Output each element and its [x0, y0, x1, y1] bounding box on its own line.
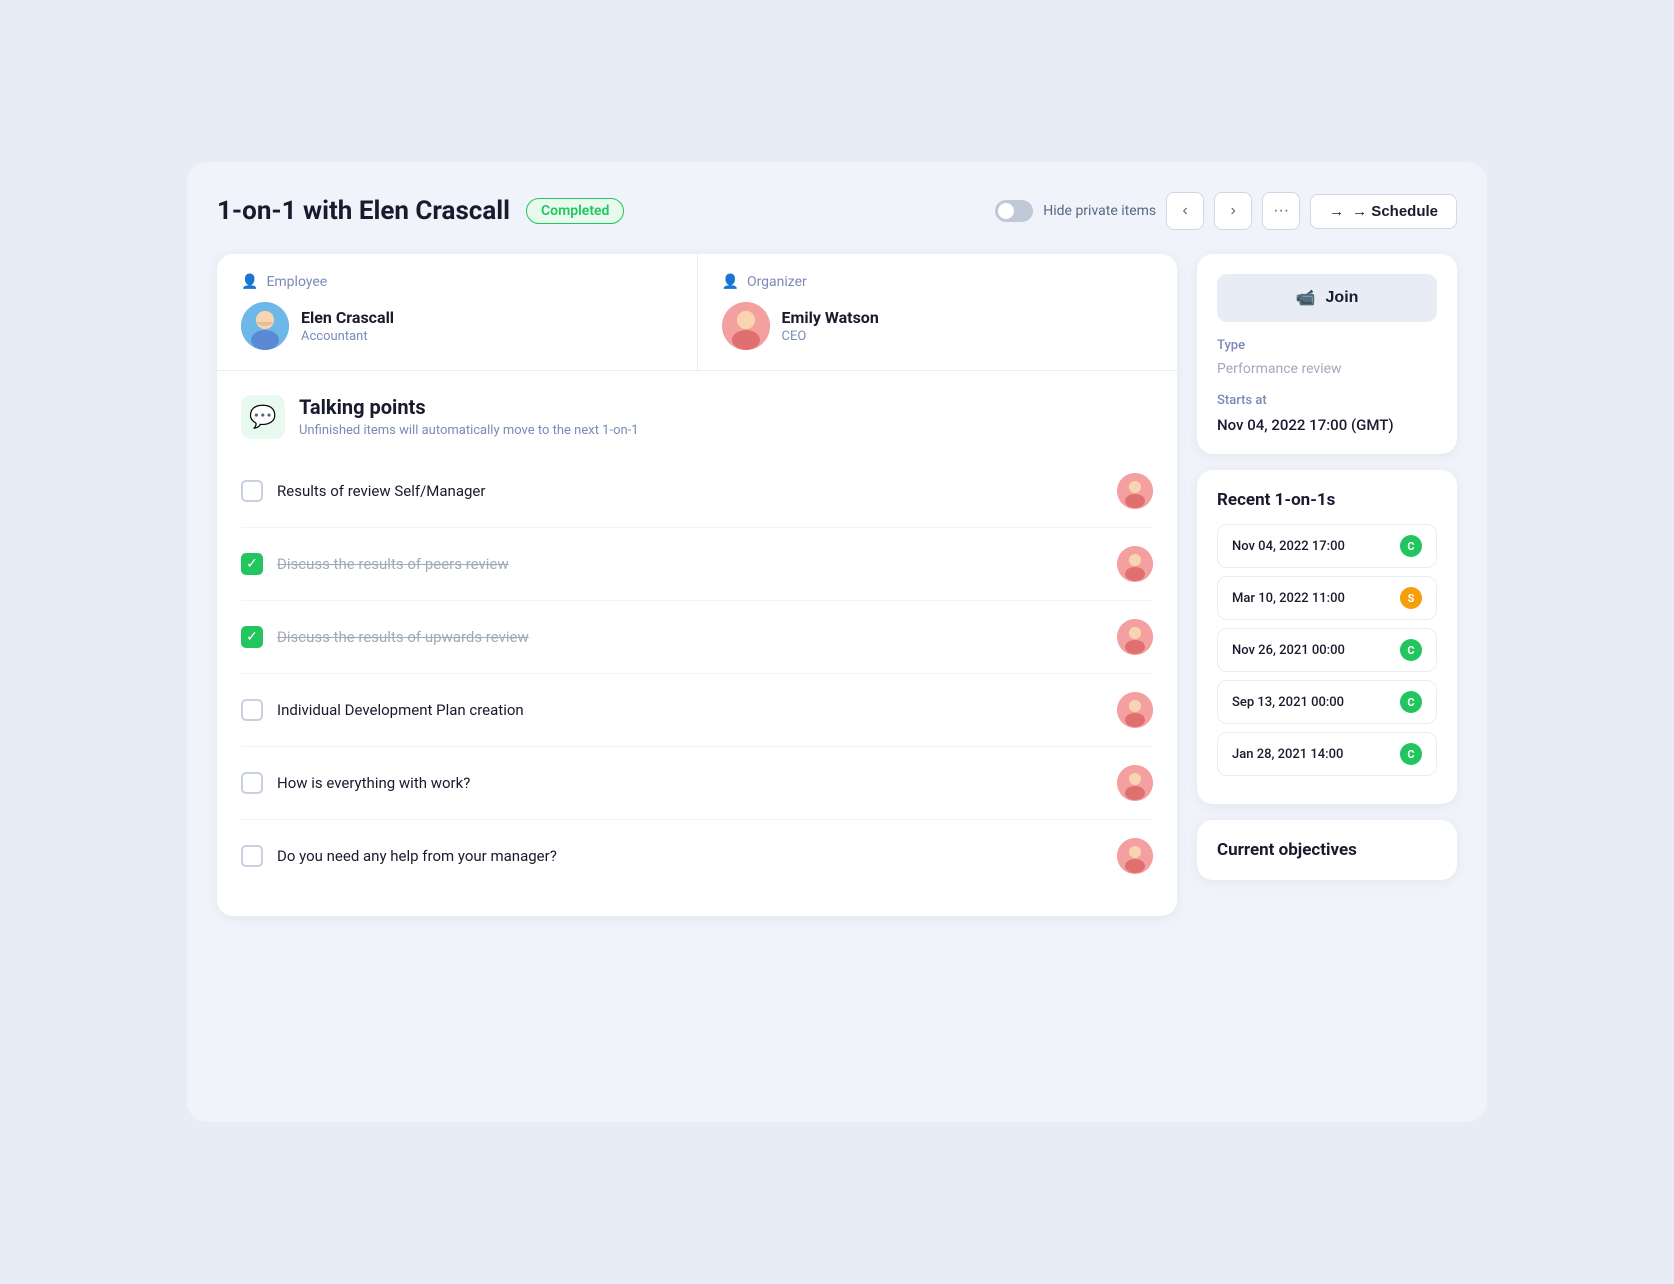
agenda-item-3: ✓ Discuss the results of upwards review — [241, 601, 1153, 674]
agenda-text-4: Individual Development Plan creation — [277, 701, 1103, 719]
checkbox-3[interactable]: ✓ — [241, 626, 263, 648]
starts-section: Starts at Nov 04, 2022 17:00 (GMT) — [1217, 393, 1437, 434]
agenda-avatar-5 — [1117, 765, 1153, 801]
agenda-item-4: Individual Development Plan creation — [241, 674, 1153, 747]
checkbox-5[interactable] — [241, 772, 263, 794]
recent-badge-1: C — [1400, 535, 1422, 557]
recent-badge-5: C — [1400, 743, 1422, 765]
left-panel: 👤 Employee — [217, 254, 1177, 916]
more-button[interactable]: ··· — [1262, 192, 1300, 230]
employee-title: Accountant — [301, 329, 394, 344]
checkbox-2[interactable]: ✓ — [241, 553, 263, 575]
agenda-avatar-4 — [1117, 692, 1153, 728]
right-panel: 📹 Join Type Performance review Starts at… — [1197, 254, 1457, 916]
agenda-avatar-3 — [1117, 619, 1153, 655]
main-layout: 👤 Employee — [217, 254, 1457, 916]
schedule-button[interactable]: → → Schedule — [1310, 194, 1457, 229]
prev-button[interactable]: ‹ — [1166, 192, 1204, 230]
objectives-title: Current objectives — [1217, 840, 1437, 860]
recent-badge-3: C — [1400, 639, 1422, 661]
organizer-column: 👤 Organizer Em — [698, 254, 1178, 370]
recent-item-3[interactable]: Nov 26, 2021 00:00 C — [1217, 628, 1437, 672]
recent-date-1: Nov 04, 2022 17:00 — [1232, 539, 1345, 554]
agenda-items-list: Results of review Self/Manager ✓ Discuss… — [217, 455, 1177, 916]
recent-item-2[interactable]: Mar 10, 2022 11:00 S — [1217, 576, 1437, 620]
checkbox-1[interactable] — [241, 480, 263, 502]
private-items-toggle[interactable] — [995, 200, 1033, 222]
organizer-details: Emily Watson CEO — [782, 308, 879, 344]
employee-column: 👤 Employee — [217, 254, 698, 370]
status-badge: Completed — [526, 198, 624, 224]
organizer-person-icon: 👤 — [722, 274, 739, 290]
starts-value: Nov 04, 2022 17:00 (GMT) — [1217, 416, 1437, 434]
recent-item-1[interactable]: Nov 04, 2022 17:00 C — [1217, 524, 1437, 568]
agenda-text-2: Discuss the results of peers review — [277, 555, 1103, 573]
recent-card: Recent 1-on-1s Nov 04, 2022 17:00 C Mar … — [1197, 470, 1457, 804]
organizer-title: CEO — [782, 329, 879, 344]
recent-badge-4: C — [1400, 691, 1422, 713]
starts-label: Starts at — [1217, 393, 1437, 408]
recent-date-2: Mar 10, 2022 11:00 — [1232, 591, 1345, 606]
type-value: Performance review — [1217, 361, 1437, 377]
employee-name: Elen Crascall — [301, 308, 394, 327]
agenda-text-1: Results of review Self/Manager — [277, 482, 1103, 500]
recent-item-5[interactable]: Jan 28, 2021 14:00 C — [1217, 732, 1437, 776]
organizer-avatar — [722, 302, 770, 350]
employee-role-label: 👤 Employee — [241, 274, 673, 290]
agenda-item-2: ✓ Discuss the results of peers review — [241, 528, 1153, 601]
app-container: 1-on-1 with Elen Crascall Completed Hide… — [187, 162, 1487, 1122]
agenda-text-5: How is everything with work? — [277, 774, 1103, 792]
join-button[interactable]: 📹 Join — [1217, 274, 1437, 322]
toggle-wrap: Hide private items — [995, 200, 1156, 222]
employee-info: Elen Crascall Accountant — [241, 302, 673, 350]
recent-date-4: Sep 13, 2021 00:00 — [1232, 695, 1344, 710]
person-icon: 👤 — [241, 274, 258, 290]
people-section: 👤 Employee — [217, 254, 1177, 371]
header: 1-on-1 with Elen Crascall Completed Hide… — [217, 192, 1457, 230]
recent-item-4[interactable]: Sep 13, 2021 00:00 C — [1217, 680, 1437, 724]
join-label: Join — [1326, 289, 1359, 307]
info-card: 📹 Join Type Performance review Starts at… — [1197, 254, 1457, 454]
talking-points-subtitle: Unfinished items will automatically move… — [299, 423, 639, 438]
recent-title: Recent 1-on-1s — [1217, 490, 1437, 510]
next-button[interactable]: › — [1214, 192, 1252, 230]
talking-points-text: Talking points Unfinished items will aut… — [299, 395, 639, 438]
agenda-text-6: Do you need any help from your manager? — [277, 847, 1103, 865]
page-title: 1-on-1 with Elen Crascall — [217, 196, 510, 226]
recent-badge-2: S — [1400, 587, 1422, 609]
checkbox-6[interactable] — [241, 845, 263, 867]
recent-date-5: Jan 28, 2021 14:00 — [1232, 747, 1343, 762]
agenda-text-3: Discuss the results of upwards review — [277, 628, 1103, 646]
agenda-avatar-2 — [1117, 546, 1153, 582]
checkbox-4[interactable] — [241, 699, 263, 721]
organizer-name: Emily Watson — [782, 308, 879, 327]
employee-role-text: Employee — [266, 274, 327, 290]
organizer-role-label: 👤 Organizer — [722, 274, 1154, 290]
agenda-item-5: How is everything with work? — [241, 747, 1153, 820]
type-label: Type — [1217, 338, 1437, 353]
talking-points-header: 💬 Talking points Unfinished items will a… — [217, 371, 1177, 455]
schedule-label: → Schedule — [1352, 203, 1438, 220]
organizer-role-text: Organizer — [747, 274, 807, 290]
schedule-icon: → — [1329, 203, 1344, 220]
chat-icon: 💬 — [241, 395, 285, 439]
objectives-card: Current objectives — [1197, 820, 1457, 880]
employee-avatar — [241, 302, 289, 350]
agenda-item-1: Results of review Self/Manager — [241, 455, 1153, 528]
organizer-info: Emily Watson CEO — [722, 302, 1154, 350]
agenda-avatar-1 — [1117, 473, 1153, 509]
header-controls: Hide private items ‹ › ··· → → Schedule — [995, 192, 1457, 230]
type-section: Type Performance review — [1217, 338, 1437, 377]
toggle-label: Hide private items — [1043, 203, 1156, 219]
employee-details: Elen Crascall Accountant — [301, 308, 394, 344]
talking-points-title: Talking points — [299, 395, 639, 419]
recent-date-3: Nov 26, 2021 00:00 — [1232, 643, 1345, 658]
agenda-item-6: Do you need any help from your manager? — [241, 820, 1153, 892]
agenda-avatar-6 — [1117, 838, 1153, 874]
video-icon: 📹 — [1296, 288, 1316, 308]
